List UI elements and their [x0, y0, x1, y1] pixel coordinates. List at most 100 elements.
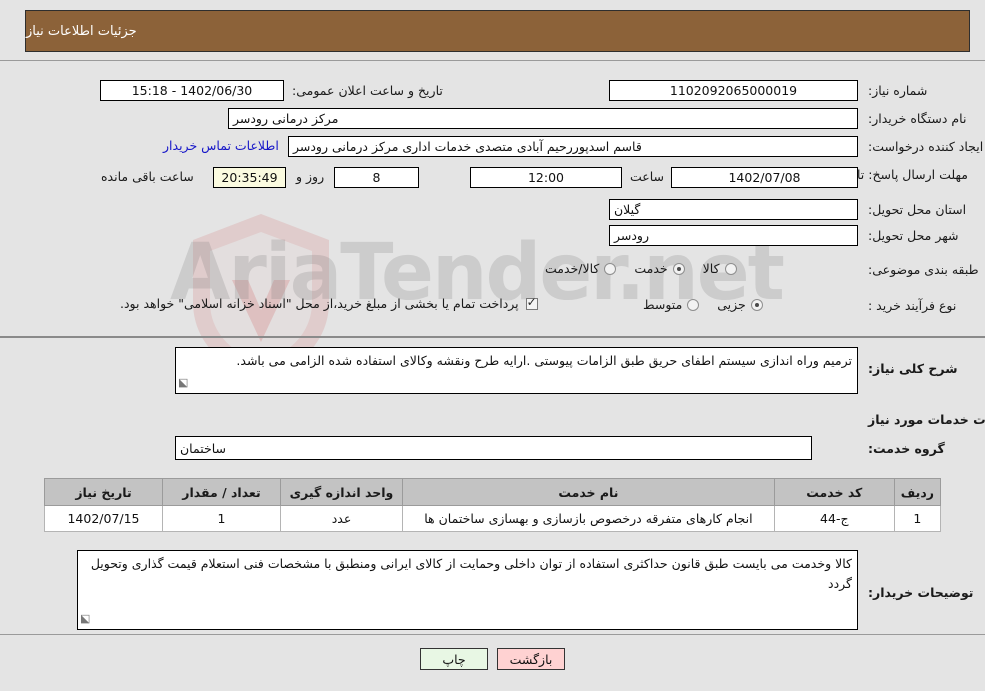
request-creator-label: ایجاد کننده درخواست:: [868, 139, 984, 154]
td-service-code: ج-44: [773, 505, 895, 532]
radio-purchase-medium[interactable]: متوسط: [643, 297, 700, 312]
buyer-org-label: نام دستگاه خریدار:: [868, 111, 967, 126]
services-info-heading: اطلاعات خدمات مورد نیاز: [868, 412, 985, 427]
table-header-row: ردیف کد خدمت نام خدمت واحد اندازه گیری ت…: [44, 478, 942, 506]
td-service-name: انجام کارهای متفرقه درخصوص بازسازی و بهس…: [402, 505, 775, 532]
delivery-city-label-wrap: شهر محل تحویل:: [868, 227, 958, 245]
need-number-label-wrap: شماره نیاز:: [868, 82, 927, 100]
radio-purchase-medium-dot[interactable]: [687, 298, 700, 311]
general-description-label-wrap: شرح کلی نیاز:: [868, 360, 957, 378]
th-unit: واحد اندازه گیری: [280, 478, 403, 506]
td-index: 1: [893, 505, 942, 532]
radio-subject-service[interactable]: خدمت: [634, 261, 685, 276]
buyer-comments-value: کالا وخدمت می بایست طبق قانون حداکثری اس…: [90, 556, 852, 591]
th-quantity: تعداد / مقدار: [162, 478, 281, 506]
radio-purchase-minor-dot[interactable]: [750, 298, 763, 311]
deadline-countdown-field: 20:35:49: [213, 167, 286, 188]
buyer-contact-link[interactable]: اطلاعات تماس خریدار: [163, 138, 279, 153]
th-service-name: نام خدمت: [402, 478, 775, 506]
radio-subject-service-label: خدمت: [634, 261, 668, 276]
page-title: جزئیات اطلاعات نیاز: [26, 23, 137, 39]
radio-subject-goods-dot[interactable]: [724, 262, 737, 275]
general-description-value: ترمیم وراه اندازی سیستم اطفای حریق طبق ا…: [236, 353, 852, 368]
need-number-label: شماره نیاز:: [868, 83, 928, 98]
buyer-comments-label: توضیحات خریدار:: [868, 585, 974, 600]
radio-purchase-medium-label: متوسط: [643, 297, 683, 312]
public-announce-field[interactable]: 15:18 - 1402/06/30: [100, 80, 284, 101]
treasury-note-wrap: پرداخت تمام یا بخشی از مبلغ خرید،از محل …: [120, 295, 538, 311]
deadline-countdown-label-wrap: ساعت باقی مانده: [101, 169, 194, 184]
deadline-days-label-wrap: روز و: [296, 169, 324, 184]
public-announce-label: تاریخ و ساعت اعلان عمومی:: [292, 83, 443, 98]
table-row[interactable]: 1 ج-44 انجام کارهای متفرقه درخصوص بازساز…: [44, 505, 942, 532]
request-creator-label-wrap: ایجاد کننده درخواست:: [868, 138, 983, 156]
subject-category-label-wrap: طبقه بندی موضوعی:: [868, 261, 979, 279]
deadline-date-field[interactable]: 1402/07/08: [671, 167, 858, 188]
purchase-type-group: جزیی متوسط: [643, 297, 763, 312]
services-table: ردیف کد خدمت نام خدمت واحد اندازه گیری ت…: [44, 478, 942, 532]
subject-category-label: طبقه بندی موضوعی:: [868, 262, 979, 277]
action-button-bar: بازگشت چاپ: [0, 648, 985, 670]
delivery-province-value: گیلان: [614, 202, 641, 217]
deadline-date-value: 1402/07/08: [728, 170, 801, 185]
delivery-city-field[interactable]: رودسر: [609, 225, 858, 246]
deadline-countdown-label: ساعت باقی مانده: [101, 169, 194, 184]
delivery-province-label-wrap: استان محل تحویل:: [868, 201, 966, 219]
delivery-province-label: استان محل تحویل:: [868, 202, 967, 217]
treasury-checkbox[interactable]: [525, 295, 538, 310]
th-service-code: کد خدمت: [773, 478, 895, 506]
deadline-days-label: روز و: [296, 169, 325, 184]
th-index: ردیف: [893, 478, 942, 506]
need-number-value: 1102092065000019: [669, 83, 798, 98]
td-quantity: 1: [162, 505, 281, 532]
radio-subject-goods-service-dot[interactable]: [604, 262, 617, 275]
resize-grip-icon-2[interactable]: ◪: [80, 610, 90, 628]
resize-grip-icon[interactable]: ◪: [178, 374, 188, 392]
delivery-city-value: رودسر: [614, 228, 650, 243]
delivery-province-field[interactable]: گیلان: [609, 199, 858, 220]
radio-subject-goods-service[interactable]: کالا/خدمت: [545, 261, 617, 276]
request-creator-field[interactable]: قاسم اسدپوررحیم آبادی متصدی خدمات اداری …: [288, 136, 858, 157]
deadline-days-field[interactable]: 8: [334, 167, 419, 188]
print-button[interactable]: چاپ: [420, 648, 488, 670]
radio-subject-goods[interactable]: کالا: [703, 261, 737, 276]
radio-subject-goods-service-label: کالا/خدمت: [545, 261, 600, 276]
buyer-org-value: مرکز درمانی رودسر: [233, 111, 339, 126]
request-creator-value: قاسم اسدپوررحیم آبادی متصدی خدمات اداری …: [293, 139, 642, 154]
deadline-time-label: ساعت: [630, 169, 665, 184]
deadline-countdown-value: 20:35:49: [221, 170, 278, 185]
deadline-time-field[interactable]: 12:00: [470, 167, 622, 188]
general-description-textarea[interactable]: ترمیم وراه اندازی سیستم اطفای حریق طبق ا…: [175, 347, 858, 394]
deadline-time-label-wrap: ساعت: [630, 169, 664, 184]
buyer-comments-textarea[interactable]: کالا وخدمت می بایست طبق قانون حداکثری اس…: [77, 550, 858, 630]
th-need-date: تاریخ نیاز: [44, 478, 163, 506]
purchase-type-label-wrap: نوع فرآیند خرید :: [868, 297, 956, 315]
service-group-field[interactable]: ساختمان: [175, 436, 812, 460]
radio-subject-goods-label: کالا: [702, 261, 720, 276]
need-number-field[interactable]: 1102092065000019: [609, 80, 858, 101]
services-info-heading-wrap: اطلاعات خدمات مورد نیاز: [868, 411, 985, 429]
service-group-label-wrap: گروه خدمت:: [868, 440, 945, 458]
service-group-value: ساختمان: [180, 440, 226, 456]
page-header-bar: جزئیات اطلاعات نیاز: [25, 10, 970, 52]
treasury-note-text: پرداخت تمام یا بخشی از مبلغ خرید،از محل …: [120, 296, 519, 311]
td-unit: عدد: [280, 505, 403, 532]
radio-purchase-minor-label: جزیی: [717, 297, 746, 312]
need-details-page: AriaTender.net جزئیات اطلاعات نیاز شماره…: [0, 0, 985, 691]
service-group-label: گروه خدمت:: [868, 441, 945, 456]
radio-purchase-minor[interactable]: جزیی: [717, 297, 763, 312]
delivery-city-label: شهر محل تحویل:: [868, 228, 959, 243]
purchase-type-label: نوع فرآیند خرید :: [868, 298, 957, 313]
public-announce-value: 15:18 - 1402/06/30: [131, 83, 253, 98]
radio-subject-service-dot[interactable]: [672, 262, 685, 275]
buyer-comments-label-wrap: توضیحات خریدار:: [868, 584, 974, 602]
buyer-org-field[interactable]: مرکز درمانی رودسر: [228, 108, 858, 129]
buyer-contact-link-wrap[interactable]: اطلاعات تماس خریدار: [163, 138, 279, 153]
deadline-label-wrap: مهلت ارسال پاسخ: تا تاریخ:: [824, 164, 968, 184]
buyer-org-label-wrap: نام دستگاه خریدار:: [868, 110, 966, 128]
back-button[interactable]: بازگشت: [497, 648, 565, 670]
td-need-date: 1402/07/15: [44, 505, 163, 532]
deadline-days-value: 8: [372, 170, 381, 185]
general-description-label: شرح کلی نیاز:: [868, 361, 958, 376]
public-announce-label-wrap: تاریخ و ساعت اعلان عمومی:: [292, 82, 443, 100]
